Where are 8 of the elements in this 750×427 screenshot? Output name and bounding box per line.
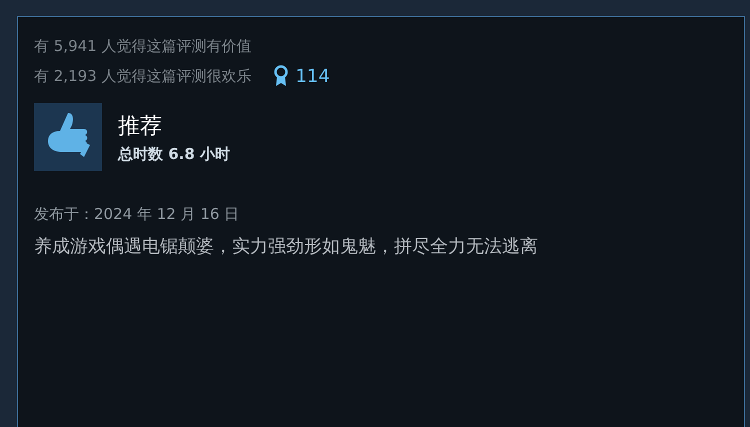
award-count: 114 bbox=[295, 66, 330, 86]
recommendation-title: 推荐 bbox=[118, 112, 163, 140]
posted-date: 发布于：2024 年 12 月 16 日 bbox=[34, 205, 240, 224]
award-ribbon-icon bbox=[273, 65, 290, 87]
funny-count: 有 2,193 人觉得这篇评测很欢乐 bbox=[34, 66, 252, 87]
helpful-count: 有 5,941 人觉得这篇评测有价值 bbox=[34, 36, 252, 57]
review-text: 养成游戏偶遇电锯颠婆，实力强劲形如鬼魅，拼尽全力无法逃离 bbox=[34, 235, 539, 258]
playtime-text: 总时数 6.8 小时 bbox=[118, 144, 230, 164]
